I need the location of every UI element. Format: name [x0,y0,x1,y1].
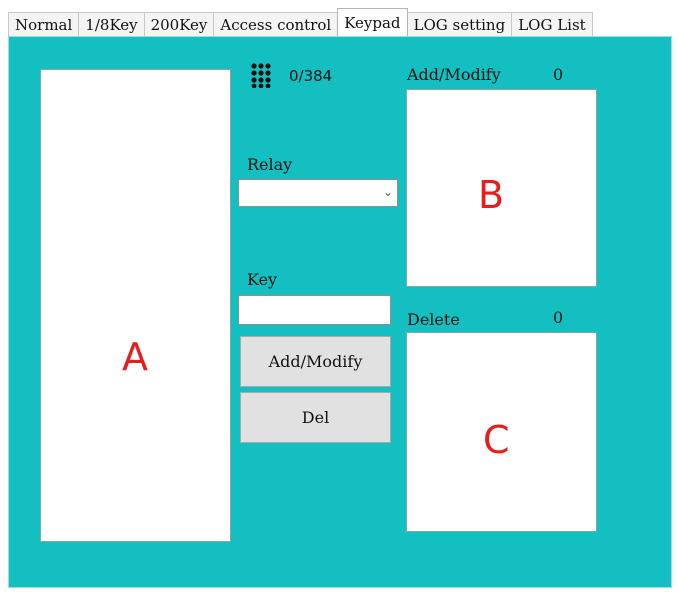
tab-normal[interactable]: Normal [8,12,80,36]
tab-bar: Normal 1/8Key 200Key Access control Keyp… [8,8,672,36]
annotation-c: C [483,418,510,462]
key-counter: 0/384 [289,67,333,85]
tab-keypad[interactable]: Keypad [337,8,408,36]
tab-1-8key[interactable]: 1/8Key [78,12,145,36]
key-input[interactable] [238,295,391,325]
tab-log-setting[interactable]: LOG setting [406,12,513,36]
add-modify-button[interactable]: Add/Modify [240,336,391,387]
del-button[interactable]: Del [240,392,391,443]
keypad-icon [251,63,271,88]
tab-log-list[interactable]: LOG List [511,12,593,36]
annotation-a: A [122,335,148,379]
add-modify-count: 0 [553,65,564,84]
tab-access-control[interactable]: Access control [213,12,339,36]
keypad-panel: A 0/384 Relay ⌄ Key Add/Modify Del Add/M… [8,36,672,588]
key-list-a[interactable]: A [40,69,231,542]
chevron-down-icon: ⌄ [382,185,393,199]
delete-list-c[interactable]: C [406,332,597,532]
tab-200key[interactable]: 200Key [143,12,215,36]
relay-label: Relay [247,155,293,174]
add-modify-list-b[interactable]: B [406,89,597,287]
add-modify-list-title: Add/Modify [407,65,501,84]
delete-list-title: Delete [407,310,460,329]
annotation-b: B [478,173,505,217]
key-label: Key [247,270,278,289]
delete-count: 0 [553,308,564,327]
relay-select[interactable]: ⌄ [238,179,398,207]
